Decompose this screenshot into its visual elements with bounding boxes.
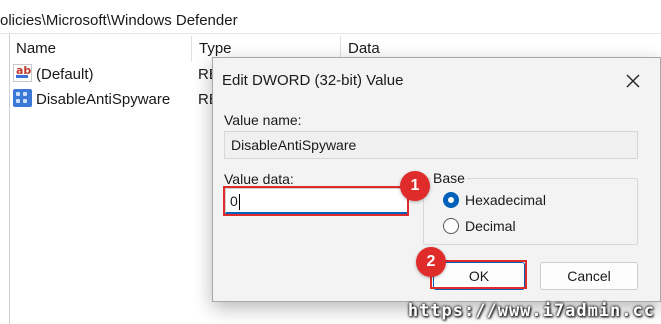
binary-value-icon (13, 89, 32, 107)
dialog-title: Edit DWORD (32-bit) Value (222, 72, 404, 89)
close-button[interactable] (620, 68, 646, 94)
value-data-text: 0 (230, 193, 238, 209)
column-header-type[interactable]: Type (199, 40, 232, 57)
cancel-button[interactable]: Cancel (540, 262, 638, 290)
radio-hexadecimal[interactable]: Hexadecimal (443, 192, 546, 208)
ok-button[interactable]: OK (433, 262, 525, 290)
tree-pane[interactable] (0, 34, 10, 324)
value-name: DisableAntiSpyware (36, 91, 171, 108)
column-header-name[interactable]: Name (16, 40, 56, 57)
value-name-label: Value name: (224, 112, 302, 128)
address-bar[interactable]: olicies\Microsoft\Windows Defender (0, 0, 661, 34)
step-badge-2: 2 (416, 247, 446, 277)
radio-decimal[interactable]: Decimal (443, 218, 516, 234)
value-name: (Default) (36, 66, 94, 83)
text-caret (238, 194, 240, 211)
column-header-data[interactable]: Data (348, 40, 380, 57)
radio-hexadecimal-label: Hexadecimal (465, 192, 546, 208)
close-icon (626, 74, 640, 88)
base-groupbox (423, 178, 638, 245)
step-badge-1: 1 (400, 171, 430, 201)
radio-unselected-icon (443, 218, 459, 234)
radio-selected-icon (443, 192, 459, 208)
watermark: https://www.i7admin.cc (407, 301, 655, 321)
value-data-label: Value data: (224, 171, 294, 187)
base-label: Base (431, 170, 467, 186)
string-value-icon: ab (13, 64, 32, 82)
radio-decimal-label: Decimal (465, 218, 516, 234)
value-name-field: DisableAntiSpyware (224, 131, 638, 159)
column-separator[interactable] (191, 36, 192, 62)
value-data-input[interactable]: 0 (225, 188, 408, 214)
address-path: olicies\Microsoft\Windows Defender (0, 12, 238, 29)
